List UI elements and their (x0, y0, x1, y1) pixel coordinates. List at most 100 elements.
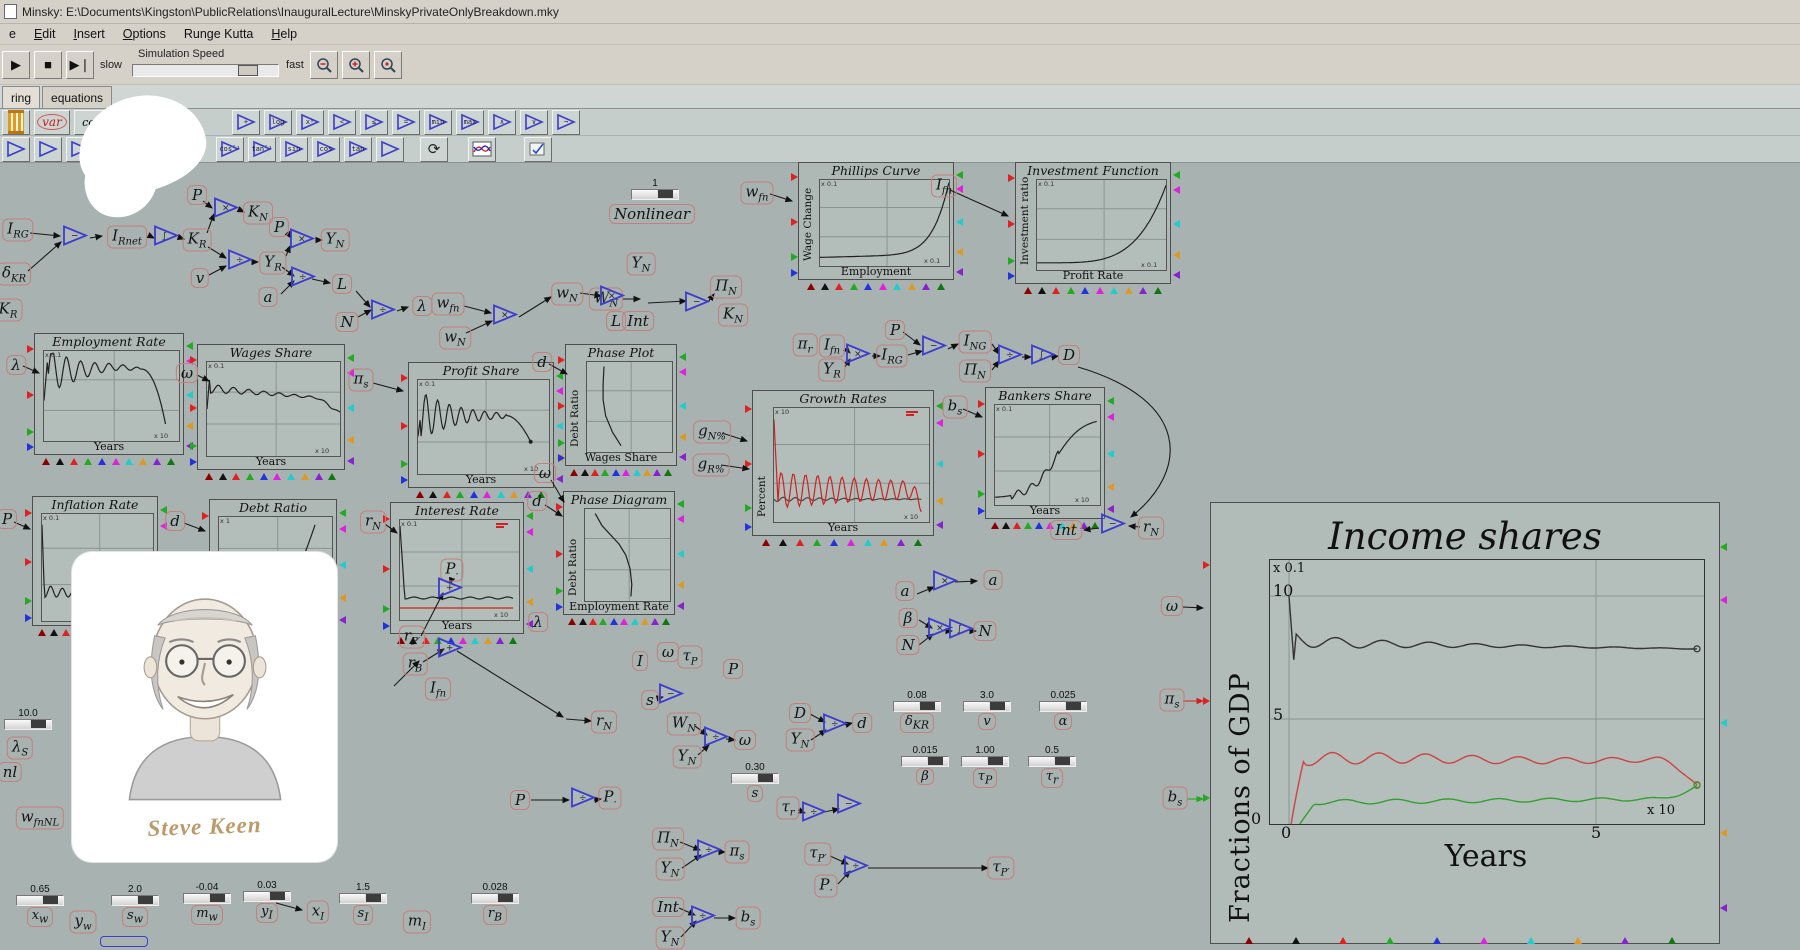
operation-−[interactable]: − (658, 683, 684, 710)
slider-groove[interactable] (731, 773, 779, 784)
variable-xN[interactable]: ΠN (710, 276, 742, 299)
variable-a[interactable]: a (259, 287, 278, 307)
variable-WN[interactable]: WN (667, 713, 701, 736)
variable-gR%[interactable]: gR% (693, 454, 730, 477)
variable-YR[interactable]: YR (259, 252, 286, 275)
variable-YN[interactable]: YN (656, 858, 685, 881)
variable-Px[interactable]: P· (598, 787, 621, 810)
variable-Int[interactable]: Int (652, 897, 684, 917)
slider-variable-label[interactable]: s (747, 785, 764, 802)
slider-groove[interactable] (961, 756, 1009, 767)
variable-x[interactable]: λ (528, 612, 548, 632)
slider-s[interactable]: 0.30s (723, 762, 787, 802)
variable-x[interactable]: ω (1161, 596, 1183, 616)
variable-N[interactable]: N (335, 312, 358, 332)
slider-groove[interactable] (1028, 756, 1076, 767)
slider-handle[interactable] (269, 892, 285, 900)
slider-variable-label[interactable]: β (916, 768, 934, 785)
operation-÷[interactable]: ÷ (690, 905, 716, 932)
operation-÷[interactable]: ÷ (703, 726, 729, 753)
slider-handle[interactable] (30, 720, 46, 728)
operation-∫[interactable]: ∫ (948, 618, 974, 645)
operation-÷[interactable]: ÷ (370, 299, 396, 326)
variable-xP[interactable]: τP (677, 646, 702, 669)
variable-Int[interactable]: Int (622, 311, 654, 331)
variable-Nonlinear[interactable]: Nonlinear (609, 204, 695, 224)
slider-groove[interactable] (471, 893, 519, 904)
operation-×[interactable]: × (932, 570, 958, 597)
slider-value[interactable]: 10.0 (0, 708, 60, 730)
slider-variable-label[interactable]: v (978, 713, 995, 730)
plot-income-shares[interactable]: Income shares Fractions of GDP x 0.1 10 … (1210, 502, 1720, 944)
variable-rN[interactable]: rN (1138, 517, 1164, 540)
variable-x[interactable]: λ (6, 355, 26, 375)
variable-xs[interactable]: πs (1160, 689, 1185, 712)
variable-Ifn[interactable]: Ifn (425, 678, 451, 701)
variable-bs[interactable]: bs (736, 907, 761, 930)
variable-x[interactable]: ω (534, 463, 556, 483)
slider-handle[interactable] (209, 894, 225, 902)
variable-P[interactable]: P (0, 509, 17, 529)
slider-groove[interactable] (111, 895, 159, 906)
variable-Px[interactable]: P· (814, 875, 837, 898)
variable-L[interactable]: L (332, 274, 352, 294)
variable-YN[interactable]: YN (321, 229, 350, 252)
operation-×[interactable]: × (599, 285, 625, 312)
variable-N[interactable]: N (973, 621, 996, 641)
operation-∫[interactable]: ∫ (153, 225, 179, 252)
slider-rB[interactable]: 0.028rB (463, 882, 527, 925)
slider-handle[interactable] (1054, 757, 1070, 765)
slider-variable-label[interactable]: sI (353, 905, 374, 925)
variable-KR[interactable]: KR (0, 299, 22, 322)
slider-groove[interactable] (183, 893, 231, 904)
slider-groove[interactable] (339, 893, 387, 904)
variable-bs[interactable]: bs (1163, 787, 1188, 810)
slider-xw[interactable]: 0.65xw (8, 884, 72, 927)
variable-d[interactable]: d (852, 713, 872, 733)
variable-P[interactable]: P (510, 790, 530, 810)
variable-xKR[interactable]: δKR (0, 263, 31, 286)
variable-YN[interactable]: YN (673, 746, 702, 769)
operation-÷[interactable]: ÷ (696, 839, 722, 866)
variable-wfn[interactable]: wfn (432, 293, 465, 316)
variable-YN[interactable]: YN (627, 253, 656, 276)
operation-−[interactable]: − (684, 291, 710, 318)
operation-÷[interactable]: ÷ (570, 787, 596, 814)
slider-groove[interactable] (4, 719, 52, 730)
operation-÷[interactable]: ÷ (801, 801, 827, 828)
variable-YN[interactable]: YN (786, 729, 815, 752)
variable-yw[interactable]: yw (69, 911, 96, 934)
operation-÷[interactable]: ÷ (997, 344, 1023, 371)
operation-×[interactable]: × (492, 304, 518, 331)
slider-yI[interactable]: 0.03yI (235, 880, 299, 923)
operation-×[interactable]: × (845, 343, 871, 370)
variable-P[interactable]: P (885, 320, 905, 340)
slider-sI[interactable]: 1.5sI (331, 882, 395, 925)
operation-+[interactable]: + (437, 577, 463, 604)
variable-YR[interactable]: YR (818, 359, 845, 382)
variable-I[interactable]: I (632, 651, 648, 671)
slider-variable-label[interactable]: sw (122, 907, 148, 927)
operation-−[interactable]: − (62, 225, 88, 252)
operation-−[interactable]: − (836, 793, 862, 820)
operation-×[interactable]: × (213, 197, 239, 224)
slider-handle[interactable] (657, 190, 673, 198)
slider-groove[interactable] (631, 189, 679, 200)
variable-N[interactable]: N (896, 635, 919, 655)
slider-variable-label[interactable]: δKR (900, 713, 934, 733)
variable-Ifn[interactable]: Ifn (819, 335, 845, 358)
operation-−[interactable]: − (1100, 513, 1126, 540)
variable-P[interactable]: P (269, 217, 289, 237)
slider-groove[interactable] (963, 701, 1011, 712)
variable-xPx[interactable]: τP′ (987, 857, 1014, 880)
variable-x[interactable]: β (899, 608, 918, 628)
slider-groove[interactable] (16, 895, 64, 906)
variable-d[interactable]: d (527, 491, 547, 511)
slider-groove[interactable] (893, 701, 941, 712)
variable-Int[interactable]: Int (1050, 520, 1082, 540)
variable-xN[interactable]: ΠN (959, 360, 991, 383)
operation-÷[interactable]: ÷ (822, 713, 848, 740)
slider-variable-label[interactable]: α (1054, 713, 1073, 730)
variable-xs[interactable]: πs (725, 841, 750, 864)
variable-gN%[interactable]: gN% (693, 421, 731, 444)
